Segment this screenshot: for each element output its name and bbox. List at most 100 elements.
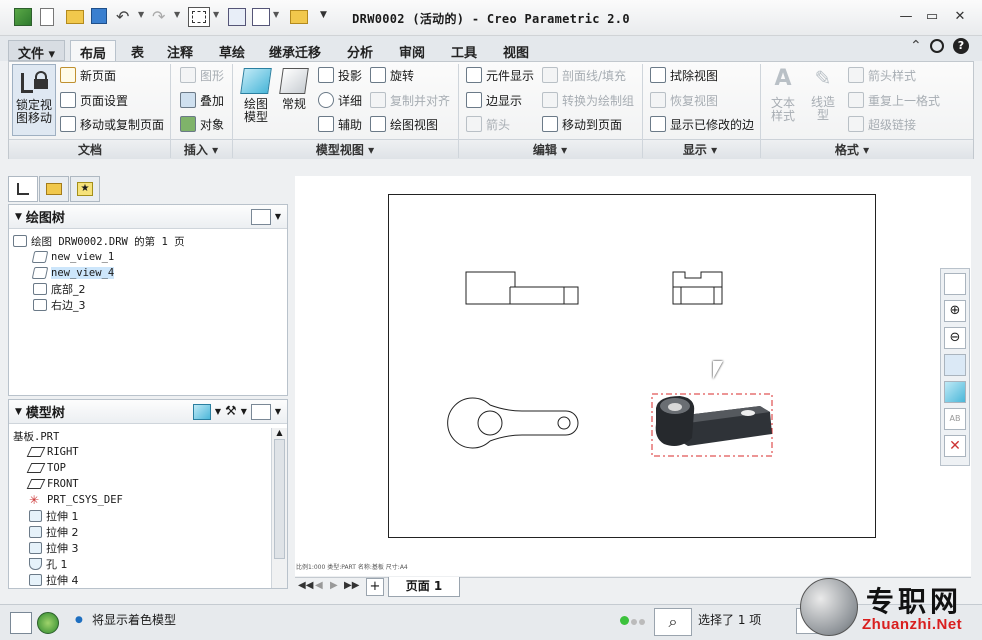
model-tree-scrollbar[interactable]: ▲ [271, 428, 287, 588]
drawing-view-shaded[interactable] [651, 393, 773, 457]
arrow-style-button[interactable]: 箭头样式 [848, 64, 916, 86]
model-tree-settings-icon[interactable] [250, 403, 271, 420]
text-style-button[interactable]: A 文本 样式 [766, 64, 800, 136]
search-icon[interactable] [930, 39, 944, 53]
add-page-button[interactable]: + [366, 578, 384, 596]
drawing-view-top[interactable] [447, 397, 579, 449]
tree-item-right-plane[interactable]: RIGHT [13, 444, 263, 460]
shaded-display-icon[interactable] [944, 381, 966, 403]
last-page-icon[interactable]: ▶▶ [344, 580, 359, 591]
component-display-button[interactable]: 元件显示 [466, 64, 534, 86]
repeat-format-button[interactable]: 重复上一格式 [848, 89, 940, 111]
repaint-icon[interactable] [944, 354, 966, 376]
revolved-view-button[interactable]: 旋转 [370, 64, 414, 86]
drawing-view-button[interactable]: 绘图视图 [370, 113, 438, 135]
tree-icon [17, 183, 29, 195]
navigator-toggle-icon[interactable] [10, 612, 32, 634]
tab-file[interactable]: 文件 ▾ [8, 40, 66, 62]
group-document-label: 文档 [77, 143, 102, 157]
scroll-thumb[interactable] [274, 439, 285, 559]
tab-table[interactable]: 表 [122, 40, 153, 61]
model-display-icon[interactable] [192, 403, 211, 420]
maximize-button[interactable]: ▭ [924, 9, 940, 25]
object-icon [180, 116, 196, 132]
restore-view-button[interactable]: 恢复视图 [650, 89, 718, 111]
zoom-out-icon[interactable]: ⊖ [944, 327, 966, 349]
drawing-view-side[interactable] [672, 271, 723, 305]
tree-item-extrude-2[interactable]: 拉伸 2 [13, 524, 263, 540]
move-to-page-button[interactable]: 移动到页面 [542, 113, 622, 135]
minimize-button[interactable]: — [898, 9, 914, 25]
annotation-display-icon[interactable]: AB [944, 408, 966, 430]
tools-dropdown-icon[interactable]: ▼ [241, 407, 247, 416]
tab-annotate[interactable]: 注释 [158, 40, 202, 61]
auxiliary-view-button[interactable]: 辅助 [318, 113, 362, 135]
drawing-view-front[interactable] [465, 271, 579, 305]
tree-settings-dropdown-icon[interactable]: ▼ [275, 212, 281, 221]
help-icon[interactable]: ? [953, 38, 969, 54]
drawing-tree-root[interactable]: 绘图 DRW0002.DRW 的第 1 页 [13, 233, 283, 249]
copy-align-button[interactable]: 复制并对齐 [370, 89, 450, 111]
zoom-in-icon[interactable]: ⊕ [944, 300, 966, 322]
model-tree-settings-dropdown-icon[interactable]: ▼ [275, 407, 281, 416]
object-button[interactable]: 对象 [180, 113, 224, 135]
tab-layout[interactable]: 布局 [70, 40, 117, 62]
graphics-button[interactable]: 图形 [180, 64, 224, 86]
show-modified-edges-button[interactable]: 显示已修改的边 [650, 113, 754, 135]
erase-view-button[interactable]: 拭除视图 [650, 64, 718, 86]
lock-view-move-button[interactable]: 锁定视 图移动 [12, 64, 56, 136]
tab-view[interactable]: 视图 [494, 40, 538, 61]
scroll-up-arrow-icon[interactable]: ▲ [272, 428, 287, 437]
prev-page-icon[interactable]: ◀ [315, 580, 323, 591]
tree-item-extrude-3[interactable]: 拉伸 3 [13, 540, 263, 556]
extrude-icon [29, 510, 42, 522]
tab-sketch[interactable]: 草绘 [210, 40, 254, 61]
tab-analysis[interactable]: 分析 [338, 40, 382, 61]
tree-item-top-plane[interactable]: TOP [13, 460, 263, 476]
tree-item-hole-1[interactable]: 孔 1 [13, 556, 263, 572]
first-page-icon[interactable]: ◀◀ [298, 580, 313, 591]
tree-item-right-3[interactable]: 右边_3 [13, 297, 283, 313]
tree-settings-icon[interactable] [250, 208, 271, 225]
section-fill-button[interactable]: 剖面线/填充 [542, 64, 626, 86]
next-page-icon[interactable]: ▶ [330, 580, 338, 591]
tree-item-bottom-2[interactable]: 底部_2 [13, 281, 283, 297]
tree-item-extrude-1[interactable]: 拉伸 1 [13, 508, 263, 524]
model-tree-root[interactable]: 基板.PRT [13, 428, 263, 444]
tree-item-csys[interactable]: ✳ PRT_CSYS_DEF [13, 492, 263, 508]
line-style-button[interactable]: ✎ 线造 型 [806, 64, 840, 136]
tree-item-extrude-4[interactable]: 拉伸 4 [13, 572, 263, 588]
browser-toggle-icon[interactable] [37, 612, 59, 634]
refit-icon[interactable] [944, 273, 966, 295]
tab-legacy-migration[interactable]: 继承迁移 [260, 40, 330, 61]
collapse-model-tree-icon[interactable]: ▼ [15, 407, 22, 417]
tab-tools[interactable]: 工具 [442, 40, 486, 61]
close-button[interactable]: ✕ [952, 9, 968, 25]
overlay-button[interactable]: 叠加 [180, 89, 224, 111]
tab-model-tree[interactable] [8, 176, 38, 202]
model-display-dropdown-icon[interactable]: ▼ [215, 407, 221, 416]
tab-folder-browser[interactable] [39, 176, 69, 202]
find-icon[interactable]: ⌕ [654, 608, 692, 636]
tools-icon[interactable]: ⚒ [225, 404, 237, 419]
arrow-button[interactable]: 箭头 [466, 113, 510, 135]
page-tab-1[interactable]: 页面 1 [388, 577, 460, 597]
convert-draw-group-button[interactable]: 转换为绘制组 [542, 89, 634, 111]
edge-display-button[interactable]: 边显示 [466, 89, 522, 111]
projection-view-button[interactable]: 投影 [318, 64, 362, 86]
tree-item-new-view-1[interactable]: new_view_1 [13, 249, 283, 265]
general-view-button[interactable]: 常规 [278, 64, 310, 136]
collapse-ribbon-icon[interactable]: ⌃ [910, 38, 922, 54]
tab-favorites[interactable]: ★ [70, 176, 100, 202]
detailed-view-button[interactable]: 详细 [318, 89, 362, 111]
csys-display-icon[interactable]: ✕ [944, 435, 966, 457]
page-setup-button[interactable]: 页面设置 [60, 89, 128, 111]
tree-item-front-plane[interactable]: FRONT [13, 476, 263, 492]
hyperlink-button[interactable]: 超级链接 [848, 113, 916, 135]
move-copy-page-button[interactable]: 移动或复制页面 [60, 113, 164, 135]
tab-review[interactable]: 审阅 [390, 40, 434, 61]
drawing-model-button[interactable]: 绘图 模型 [238, 64, 274, 136]
collapse-drawing-tree-icon[interactable]: ▼ [15, 212, 22, 222]
tree-item-new-view-4[interactable]: new_view_4 [13, 265, 283, 281]
new-page-button[interactable]: 新页面 [60, 64, 116, 86]
